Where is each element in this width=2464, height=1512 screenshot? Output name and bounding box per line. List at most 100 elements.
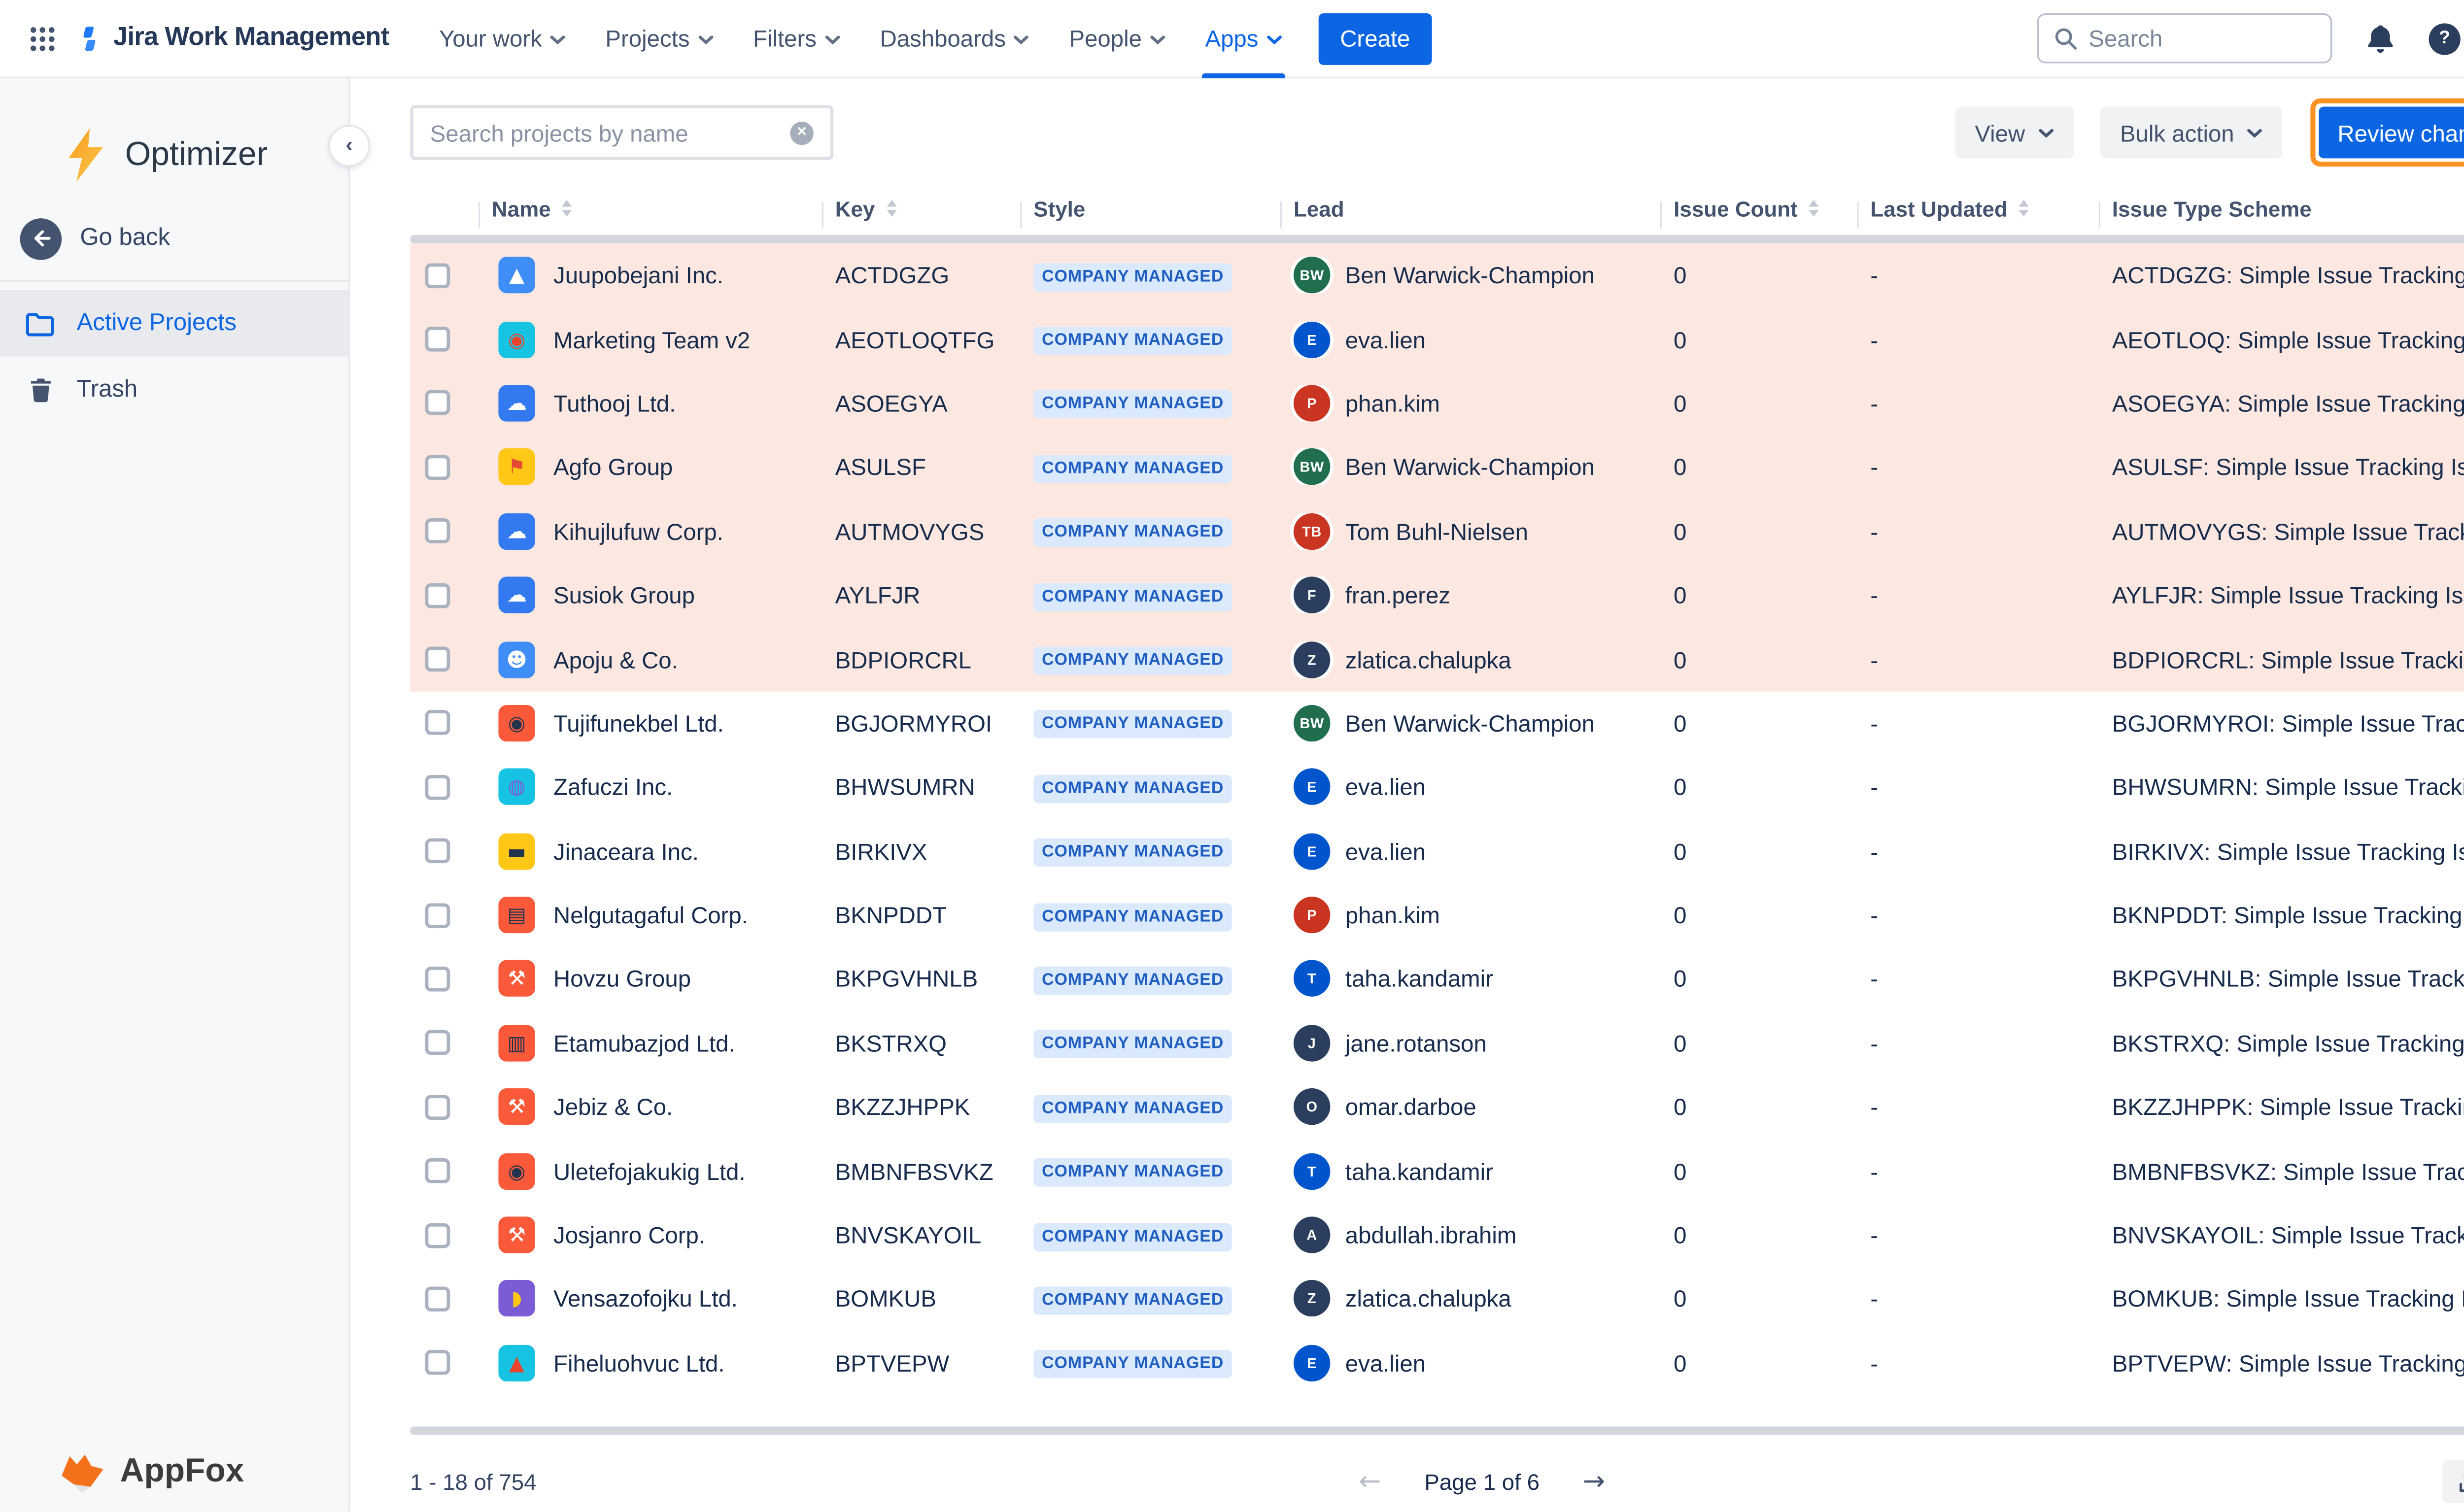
create-button[interactable]: Create: [1318, 12, 1432, 64]
nav-item-dashboards[interactable]: Dashboards: [860, 0, 1049, 77]
issue-type-scheme: BOMKUB: Simple Issue Tracking Is...: [2099, 1286, 2464, 1312]
next-page-arrow-icon[interactable]: →: [1583, 1468, 1605, 1495]
project-avatar-icon: ▤: [498, 897, 535, 933]
table-row[interactable]: ☁Tuthooj Ltd.ASOEGYACOMPANY MANAGEDPphan…: [410, 371, 2464, 436]
horizontal-scrollbar-top[interactable]: [410, 235, 2464, 243]
horizontal-scrollbar-bottom[interactable]: [410, 1427, 2464, 1435]
table-row[interactable]: ◉Uletefojakukig Ltd.BMBNFBSVKZCOMPANY MA…: [410, 1139, 2464, 1203]
project-name: Fiheluohvuc Ltd.: [553, 1349, 725, 1376]
app-switcher-icon[interactable]: [20, 17, 64, 60]
column-header-key[interactable]: Key: [822, 196, 1021, 221]
row-checkbox[interactable]: [425, 391, 450, 416]
table-row[interactable]: ▲Juupobejani Inc.ACTDGZGCOMPANY MANAGEDB…: [410, 243, 2464, 307]
project-search[interactable]: ×: [410, 105, 833, 160]
nav-item-apps[interactable]: Apps: [1185, 0, 1302, 77]
table-row[interactable]: ⚒Hovzu GroupBKPGVHNLBCOMPANY MANAGEDTtah…: [410, 947, 2464, 1011]
project-avatar-icon: ⚑: [498, 449, 535, 485]
export-button[interactable]: Export: [2442, 1460, 2464, 1503]
issue-type-scheme: ACTDGZG: Simple Issue Tracking I...: [2099, 262, 2464, 289]
global-search-input[interactable]: [2088, 25, 2315, 52]
table-row[interactable]: ◍Zafuczi Inc.BHWSUMRNCOMPANY MANAGEDEeva…: [410, 755, 2464, 819]
last-updated: -: [1857, 966, 2098, 992]
lead-avatar: E: [1294, 833, 1330, 869]
table-row[interactable]: ☻Apoju & Co.BDPIORCRLCOMPANY MANAGEDZzla…: [410, 627, 2464, 691]
issue-count: 0: [1660, 326, 1857, 353]
table-row[interactable]: ◗Vensazofojku Ltd.BOMKUBCOMPANY MANAGEDZ…: [410, 1267, 2464, 1331]
lead-avatar: J: [1294, 1025, 1330, 1061]
row-checkbox[interactable]: [425, 1286, 450, 1311]
sidebar-item-active-projects[interactable]: Active Projects: [0, 290, 348, 357]
lead-avatar: BW: [1294, 257, 1330, 294]
nav-item-filters[interactable]: Filters: [733, 0, 860, 77]
lead-avatar: T: [1294, 1153, 1330, 1189]
row-checkbox[interactable]: [425, 710, 450, 736]
row-checkbox[interactable]: [425, 647, 450, 672]
table-row[interactable]: ☁Susiok GroupAYLFJRCOMPANY MANAGEDFfran.…: [410, 563, 2464, 627]
row-checkbox[interactable]: [425, 263, 450, 288]
row-checkbox[interactable]: [425, 1095, 450, 1120]
view-dropdown[interactable]: View: [1955, 106, 2073, 158]
lead-name: zlatica.chalupka: [1345, 646, 1511, 672]
row-checkbox[interactable]: [425, 839, 450, 864]
project-search-input[interactable]: [430, 119, 790, 146]
issue-count: 0: [1660, 582, 1857, 608]
row-checkbox[interactable]: [425, 583, 450, 608]
column-header-name[interactable]: Name: [479, 196, 822, 221]
table-row[interactable]: ▬Jinaceara Inc.BIRKIVXCOMPANY MANAGEDEev…: [410, 819, 2464, 883]
clear-search-icon[interactable]: ×: [790, 121, 813, 144]
previous-page-arrow-icon[interactable]: ←: [1359, 1468, 1381, 1495]
jira-brand[interactable]: Jira Work Management: [73, 23, 389, 53]
row-checkbox[interactable]: [425, 1158, 450, 1183]
table-row[interactable]: ▲Fiheluohvuc Ltd.BPTVEPWCOMPANY MANAGEDE…: [410, 1331, 2464, 1395]
project-name: Josjanro Corp.: [553, 1222, 705, 1248]
column-header-last-updated[interactable]: Last Updated: [1857, 196, 2098, 221]
table-row[interactable]: ▤Nelgutagaful Corp.BKNPDDTCOMPANY MANAGE…: [410, 883, 2464, 947]
lead-name: Ben Warwick-Champion: [1345, 454, 1595, 480]
project-name: Tuthooj Ltd.: [553, 390, 676, 416]
lead-avatar: E: [1294, 769, 1330, 805]
nav-item-people[interactable]: People: [1049, 0, 1185, 77]
row-checkbox[interactable]: [425, 455, 450, 480]
nav-item-projects[interactable]: Projects: [585, 0, 733, 77]
row-checkbox[interactable]: [425, 774, 450, 800]
table-row[interactable]: ⚑Agfo GroupASULSFCOMPANY MANAGEDBWBen Wa…: [410, 435, 2464, 499]
row-checkbox[interactable]: [425, 903, 450, 928]
nav-item-your-work[interactable]: Your work: [419, 0, 585, 77]
go-back-button[interactable]: Go back: [0, 205, 348, 271]
table-row[interactable]: ◉Marketing Team v2AEOTLOQTFGCOMPANY MANA…: [410, 307, 2464, 371]
chevron-down-icon: [1150, 35, 1165, 45]
sidebar-item-trash[interactable]: Trash: [0, 357, 348, 423]
row-checkbox[interactable]: [425, 519, 450, 544]
project-name: Susiok Group: [553, 582, 695, 608]
table-row[interactable]: ▥Etamubazjod Ltd.BKSTRXQCOMPANY MANAGEDJ…: [410, 1011, 2464, 1075]
column-header-issue-count[interactable]: Issue Count: [1660, 196, 1857, 221]
project-avatar-icon: ◉: [498, 321, 535, 357]
global-search[interactable]: [2037, 13, 2332, 63]
last-updated: -: [1857, 262, 2098, 289]
bulk-action-dropdown[interactable]: Bulk action: [2100, 106, 2282, 158]
row-checkbox[interactable]: [425, 1350, 450, 1376]
project-name: Zafuczi Inc.: [553, 774, 673, 801]
notifications-bell-icon[interactable]: [2365, 23, 2396, 54]
style-badge: COMPANY MANAGED: [1033, 1222, 1232, 1251]
row-checkbox[interactable]: [425, 1222, 450, 1247]
issue-type-scheme: AUTMOVYGS: Simple Issue Tracki...: [2099, 518, 2464, 544]
review-changes-button[interactable]: Review changes 7: [2319, 106, 2464, 158]
fox-logo-icon: [58, 1452, 106, 1494]
project-key: BIRKIVX: [822, 838, 1021, 864]
row-checkbox[interactable]: [425, 1031, 450, 1056]
issue-type-scheme: BHWSUMRN: Simple Issue Trackin...: [2099, 774, 2464, 801]
table-row[interactable]: ☁Kihujlufuw Corp.AUTMOVYGSCOMPANY MANAGE…: [410, 499, 2464, 563]
project-key: BPTVEPW: [822, 1349, 1021, 1376]
table-row[interactable]: ⚒Josjanro Corp.BNVSKAYOILCOMPANY MANAGED…: [410, 1203, 2464, 1267]
help-icon[interactable]: ?: [2429, 23, 2460, 54]
table-row[interactable]: ◉Tujifunekbel Ltd.BGJORMYROICOMPANY MANA…: [410, 691, 2464, 755]
sidebar-collapse-button[interactable]: ‹: [328, 125, 370, 167]
last-updated: -: [1857, 582, 2098, 608]
lead-name: fran.perez: [1345, 582, 1450, 608]
lead-name: zlatica.chalupka: [1345, 1286, 1511, 1312]
row-checkbox[interactable]: [425, 967, 450, 992]
table-row[interactable]: ⚒Jebiz & Co.BKZZJHPPKCOMPANY MANAGEDOoma…: [410, 1075, 2464, 1139]
row-checkbox[interactable]: [425, 327, 450, 352]
style-badge: COMPANY MANAGED: [1033, 1031, 1232, 1059]
